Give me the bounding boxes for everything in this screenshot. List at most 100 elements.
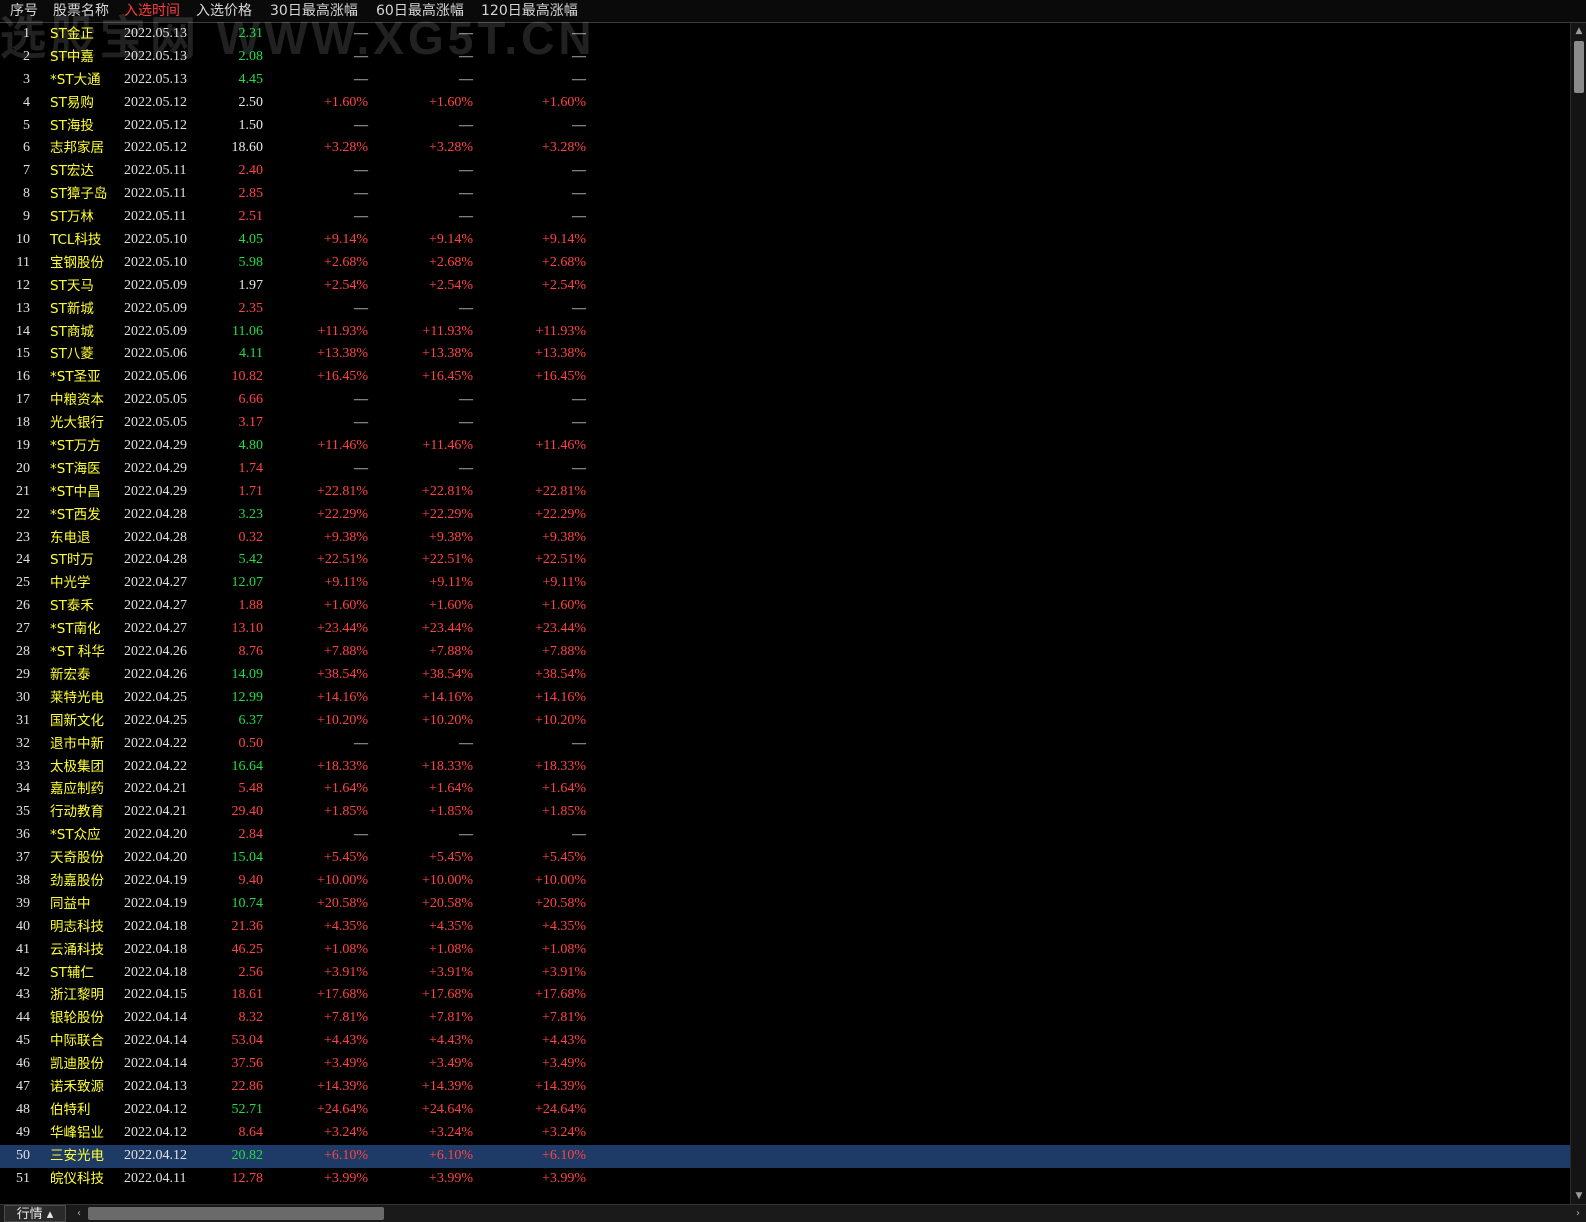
selected-price: 2.85 xyxy=(238,186,264,202)
row-index: 44 xyxy=(16,1010,30,1026)
header-120d-max-gain[interactable]: 120日最高涨幅 xyxy=(481,0,578,23)
gain-30d: — xyxy=(354,163,368,179)
table-row[interactable]: 13 ST新城 2022.05.09 2.35 — — — xyxy=(0,298,1570,321)
gain-120d: +4.43% xyxy=(541,1033,586,1049)
table-row[interactable]: 32 退市中新 2022.04.22 0.50 — — — xyxy=(0,733,1570,756)
stock-name: *ST众应 xyxy=(50,827,101,844)
table-row[interactable]: 50 三安光电 2022.04.12 20.82 +6.10% +6.10% +6.10% xyxy=(0,1144,1570,1168)
table-row[interactable]: 14 ST商城 2022.05.09 11.06 +11.93% +11.93% +11.9… xyxy=(0,321,1570,344)
table-row[interactable]: 40 明志科技 2022.04.18 21.36 +4.35% +4.35% +4.35% xyxy=(0,916,1570,939)
selected-price: 3.23 xyxy=(238,506,264,522)
table-row[interactable]: 10 TCL科技 2022.05.10 4.05 +9.14% +9.14% +9.14% xyxy=(0,229,1570,252)
gain-60d: +20.58% xyxy=(421,895,473,911)
stock-name: ST海投 xyxy=(50,117,94,134)
table-row[interactable]: 42 ST辅仁 2022.04.18 2.56 +3.91% +3.91% +3.91% xyxy=(0,962,1570,985)
gain-30d: +14.16% xyxy=(316,689,368,705)
column-header-bar: 选股宝网 WWW.XG5T.CN 序号 股票名称 入选时间 入选价格 30日最高… xyxy=(0,0,1586,64)
gain-30d: +3.91% xyxy=(323,964,368,980)
table-row[interactable]: 18 光大银行 2022.05.05 3.17 — — — xyxy=(0,412,1570,435)
table-row[interactable]: 17 中粮资本 2022.05.05 6.66 — — — xyxy=(0,389,1570,412)
table-row[interactable]: 47 诺禾致源 2022.04.13 22.86 +14.39% +14.39% +14.3… xyxy=(0,1076,1570,1099)
table-row[interactable]: 24 ST时万 2022.04.28 5.42 +22.51% +22.51% +22.51… xyxy=(0,549,1570,572)
table-row[interactable]: 7 ST宏达 2022.05.11 2.40 — — — xyxy=(0,160,1570,183)
table-row[interactable]: 9 ST万林 2022.05.11 2.51 — — — xyxy=(0,206,1570,229)
gain-30d: — xyxy=(354,117,368,133)
tab-quotes[interactable]: 行情 ▴ xyxy=(4,1205,66,1222)
selected-price: 4.80 xyxy=(238,438,264,454)
gain-60d: +1.85% xyxy=(428,804,473,820)
table-row[interactable]: 43 浙江黎明 2022.04.15 18.61 +17.68% +17.68% +17.6… xyxy=(0,984,1570,1007)
stock-name: TCL科技 xyxy=(50,232,102,249)
table-row[interactable]: 44 银轮股份 2022.04.14 8.32 +7.81% +7.81% +7.81% xyxy=(0,1007,1570,1030)
table-row[interactable]: 23 东电退 2022.04.28 0.32 +9.38% +9.38% +9.38% xyxy=(0,527,1570,550)
stock-name: 银轮股份 xyxy=(50,1010,104,1027)
table-row[interactable]: 37 天奇股份 2022.04.20 15.04 +5.45% +5.45% +5.45% xyxy=(0,847,1570,870)
table-row[interactable]: 12 ST天马 2022.05.09 1.97 +2.54% +2.54% +2.54% xyxy=(0,275,1570,298)
gain-120d: — xyxy=(572,71,586,87)
table-row[interactable]: 49 华峰铝业 2022.04.12 8.64 +3.24% +3.24% +3.24% xyxy=(0,1122,1570,1145)
table-row[interactable]: 21 *ST中昌 2022.04.29 1.71 +22.81% +22.81% +22.8… xyxy=(0,481,1570,504)
table-row[interactable]: 1 ST金正 2022.05.13 2.31 — — — xyxy=(0,23,1570,46)
gain-30d: +11.46% xyxy=(317,438,368,454)
table-row[interactable]: 27 *ST南化 2022.04.27 13.10 +23.44% +23.44% +23.… xyxy=(0,618,1570,641)
header-selected-price[interactable]: 入选价格 xyxy=(196,0,252,23)
table-row[interactable]: 19 *ST万方 2022.04.29 4.80 +11.46% +11.46% +11.4… xyxy=(0,435,1570,458)
gain-60d: — xyxy=(459,209,473,225)
chevron-left-icon[interactable]: ‹ xyxy=(72,1205,86,1222)
table-row[interactable]: 16 *ST圣亚 2022.05.06 10.82 +16.45% +16.45% +16.… xyxy=(0,366,1570,389)
table-row[interactable]: 30 莱特光电 2022.04.25 12.99 +14.16% +14.16% +14.1… xyxy=(0,687,1570,710)
gain-120d: — xyxy=(572,827,586,843)
table-row[interactable]: 35 行动教育 2022.04.21 29.40 +1.85% +1.85% +1.85% xyxy=(0,801,1570,824)
horizontal-scroll-thumb[interactable] xyxy=(88,1207,384,1220)
selected-price: 14.09 xyxy=(231,666,264,682)
table-row[interactable]: 33 太极集团 2022.04.22 16.64 +18.33% +18.33% +18.3… xyxy=(0,756,1570,779)
table-row[interactable]: 38 劲嘉股份 2022.04.19 9.40 +10.00% +10.00% +10.00… xyxy=(0,870,1570,893)
table-row[interactable]: 48 伯特利 2022.04.12 52.71 +24.64% +24.64% +24.64… xyxy=(0,1099,1570,1122)
selected-date: 2022.04.21 xyxy=(124,804,187,820)
gain-30d: — xyxy=(354,26,368,41)
row-index: 23 xyxy=(16,529,30,545)
table-row[interactable]: 26 ST泰禾 2022.04.27 1.88 +1.60% +1.60% +1.60% xyxy=(0,595,1570,618)
table-row[interactable]: 2 ST中嘉 2022.05.13 2.08 — — — xyxy=(0,46,1570,69)
table-row[interactable]: 22 *ST西发 2022.04.28 3.23 +22.29% +22.29% +22.2… xyxy=(0,504,1570,527)
table-row[interactable]: 8 ST獐子岛 2022.05.11 2.85 — — — xyxy=(0,183,1570,206)
table-row[interactable]: 51 皖仪科技 2022.04.11 12.78 +3.99% +3.99% +3.99% xyxy=(0,1168,1570,1191)
row-index: 26 xyxy=(16,598,30,614)
table-row[interactable]: 15 ST八菱 2022.05.06 4.11 +13.38% +13.38% +13.38… xyxy=(0,343,1570,366)
header-stock-name[interactable]: 股票名称 xyxy=(53,0,109,23)
table-row[interactable]: 4 ST易购 2022.05.12 2.50 +1.60% +1.60% +1.60% xyxy=(0,92,1570,115)
table-row[interactable]: 29 新宏泰 2022.04.26 14.09 +38.54% +38.54% +38.54… xyxy=(0,664,1570,687)
table-row[interactable]: 3 *ST大通 2022.05.13 4.45 — — — xyxy=(0,69,1570,92)
table-row[interactable]: 36 *ST众应 2022.04.20 2.84 — — — xyxy=(0,824,1570,847)
table-row[interactable]: 5 ST海投 2022.05.12 1.50 — — — xyxy=(0,115,1570,138)
table-row[interactable]: 41 云涌科技 2022.04.18 46.25 +1.08% +1.08% +1.08% xyxy=(0,939,1570,962)
header-index[interactable]: 序号 xyxy=(10,0,38,23)
header-selected-date[interactable]: 入选时间 xyxy=(124,0,180,23)
selected-price: 4.11 xyxy=(239,346,263,362)
table-row[interactable]: 31 国新文化 2022.04.25 6.37 +10.20% +10.20% +10.20… xyxy=(0,710,1570,733)
chevron-right-icon[interactable]: › xyxy=(1570,1205,1586,1222)
triangle-down-icon[interactable]: ▼ xyxy=(1571,1188,1586,1204)
gain-60d: +10.20% xyxy=(421,712,473,728)
table-row[interactable]: 20 *ST海医 2022.04.29 1.74 — — — xyxy=(0,458,1570,481)
triangle-up-icon[interactable]: ▲ xyxy=(1571,23,1586,39)
vertical-scrollbar[interactable]: ▲ ▼ xyxy=(1570,23,1586,1204)
table-row[interactable]: 45 中际联合 2022.04.14 53.04 +4.43% +4.43% +4.43% xyxy=(0,1030,1570,1053)
table-row[interactable]: 28 *ST 科华 2022.04.26 8.76 +7.88% +7.88% +7.88% xyxy=(0,641,1570,664)
selected-price: 8.32 xyxy=(238,1010,264,1026)
stock-name: 行动教育 xyxy=(50,804,104,821)
table-row[interactable]: 11 宝钢股份 2022.05.10 5.98 +2.68% +2.68% +2.68% xyxy=(0,252,1570,275)
table-row[interactable]: 34 嘉应制药 2022.04.21 5.48 +1.64% +1.64% +1.64% xyxy=(0,778,1570,801)
table-row[interactable]: 46 凯迪股份 2022.04.14 37.56 +3.49% +3.49% +3.49% xyxy=(0,1053,1570,1076)
table-row[interactable]: 39 同益中 2022.04.19 10.74 +20.58% +20.58% +20.58… xyxy=(0,893,1570,916)
table-row[interactable]: 25 中光学 2022.04.27 12.07 +9.11% +9.11% +9.11% xyxy=(0,572,1570,595)
gain-30d: +1.85% xyxy=(323,804,368,820)
header-30d-max-gain[interactable]: 30日最高涨幅 xyxy=(270,0,358,23)
gain-120d: +3.91% xyxy=(541,964,586,980)
gain-60d: +17.68% xyxy=(421,987,473,1003)
header-60d-max-gain[interactable]: 60日最高涨幅 xyxy=(376,0,464,23)
vertical-scroll-thumb[interactable] xyxy=(1574,41,1584,93)
gain-120d: +9.38% xyxy=(541,529,586,545)
selected-price: 22.86 xyxy=(231,1078,264,1094)
table-row[interactable]: 6 志邦家居 2022.05.12 18.60 +3.28% +3.28% +3.28% xyxy=(0,137,1570,160)
